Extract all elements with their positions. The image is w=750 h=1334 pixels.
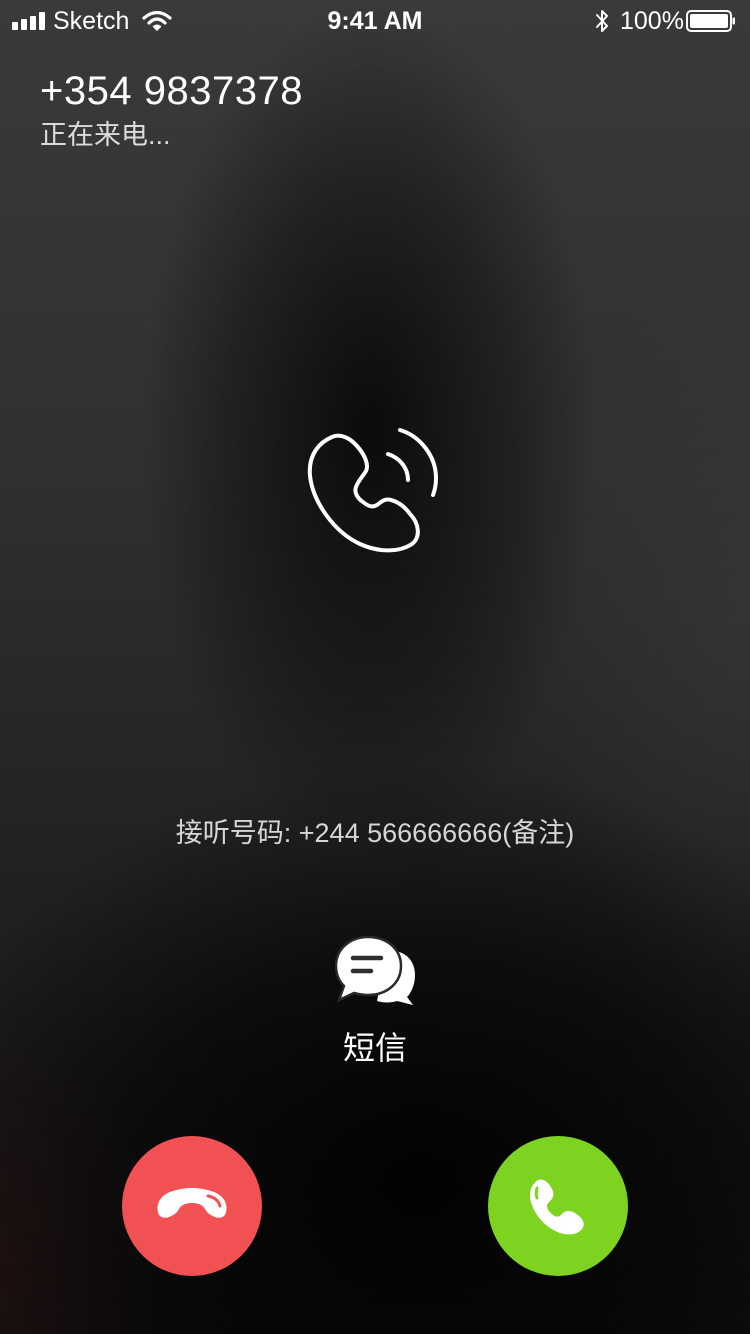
sms-label: 短信 bbox=[342, 1030, 407, 1066]
battery-icon bbox=[686, 10, 735, 32]
receiving-number-line: 接听号码: +244 566666666(备注) bbox=[175, 818, 575, 848]
accept-call-button[interactable] bbox=[488, 1136, 628, 1276]
caller-number: +354 9837378 bbox=[40, 69, 303, 113]
status-bar: Sketch 9:41 AM 100% bbox=[0, 0, 750, 40]
phone-icon bbox=[529, 1179, 584, 1235]
incoming-call-screen: Sketch 9:41 AM 100% +354 9837378 正在来电...… bbox=[0, 0, 750, 1334]
bluetooth-icon bbox=[596, 10, 608, 32]
battery-percentage: 100% bbox=[620, 7, 684, 35]
decline-call-button[interactable] bbox=[122, 1136, 262, 1276]
message-bubbles-icon bbox=[335, 935, 415, 1005]
hang-up-icon bbox=[157, 1188, 227, 1218]
phone-ringing-icon bbox=[307, 428, 438, 553]
sms-button[interactable]: 短信 bbox=[315, 930, 435, 1070]
call-status: 正在来电... bbox=[40, 120, 171, 150]
